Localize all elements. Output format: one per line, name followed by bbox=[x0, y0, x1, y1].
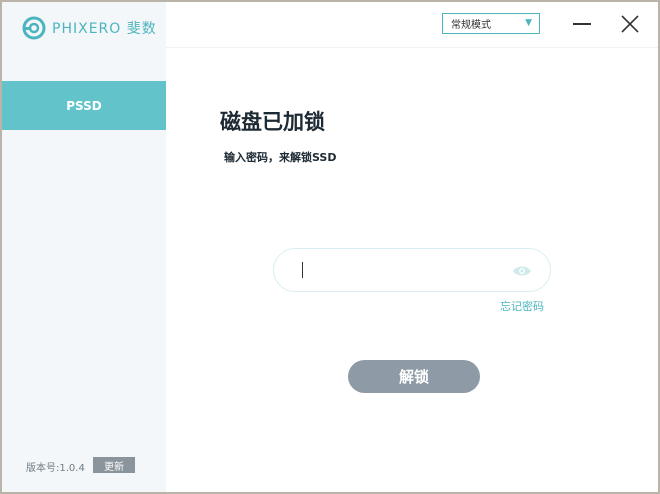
sidebar: PHIXERO 斐数 PSSD 版本号:1.0.4 更新 bbox=[2, 2, 166, 492]
page-subtitle: 输入密码，来解锁SSD bbox=[224, 151, 337, 164]
logo-icon bbox=[22, 16, 46, 40]
password-input[interactable] bbox=[298, 249, 508, 291]
sidebar-item-label: PSSD bbox=[66, 98, 102, 113]
mode-select[interactable]: 常规模式 ▼ bbox=[442, 13, 540, 34]
forgot-password-link[interactable]: 忘记密码 bbox=[500, 298, 544, 314]
logo: PHIXERO 斐数 bbox=[22, 14, 157, 42]
update-button[interactable]: 更新 bbox=[93, 457, 135, 473]
version-label: 版本号:1.0.4 bbox=[26, 463, 85, 474]
close-icon[interactable] bbox=[618, 12, 642, 36]
chevron-down-icon: ▼ bbox=[525, 18, 532, 28]
password-field[interactable] bbox=[273, 248, 551, 292]
sidebar-item-pssd[interactable]: PSSD bbox=[2, 81, 166, 130]
minimize-icon[interactable] bbox=[570, 12, 594, 36]
unlock-button[interactable]: 解锁 bbox=[348, 360, 480, 393]
page-title: 磁盘已加锁 bbox=[220, 110, 325, 134]
brand-name-cn: 斐数 bbox=[126, 21, 157, 37]
brand-name: PHIXERO bbox=[52, 21, 122, 37]
eye-icon[interactable] bbox=[512, 263, 532, 277]
mode-select-value: 常规模式 bbox=[451, 20, 491, 31]
app-window: PHIXERO 斐数 PSSD 版本号:1.0.4 更新 常规模式 ▼ 磁盘已加… bbox=[2, 2, 658, 492]
